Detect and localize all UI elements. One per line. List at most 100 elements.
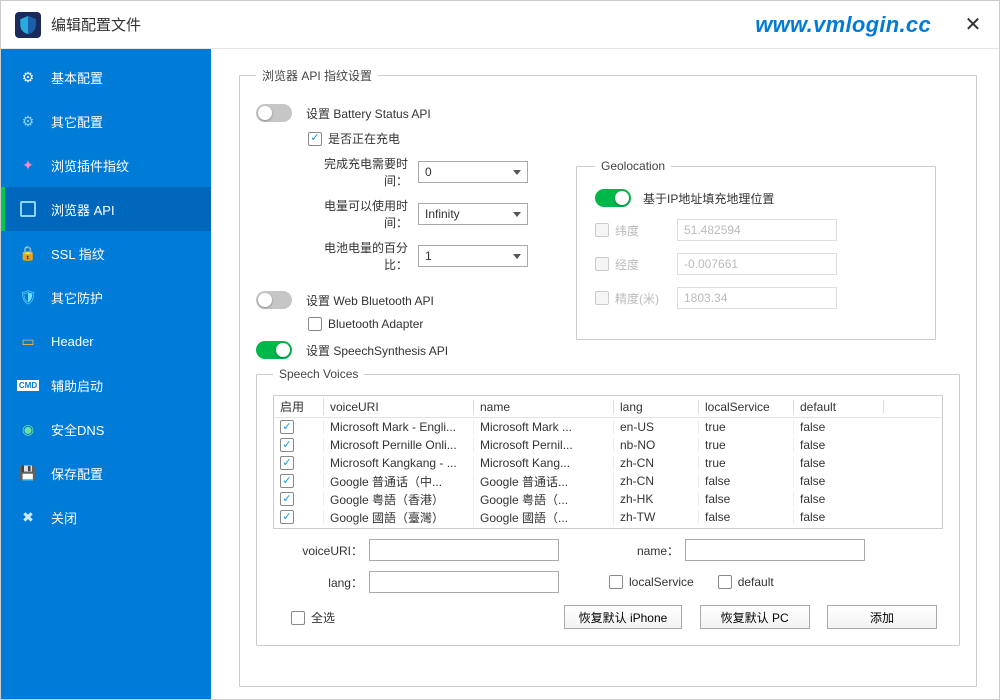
cell-local: true	[699, 438, 794, 452]
sidebar-item-protection[interactable]: 🛡其它防护	[1, 275, 211, 319]
charging-checkbox[interactable]	[308, 132, 322, 146]
cell-name: Microsoft Kang...	[474, 456, 614, 470]
sidebar-item-browser-api[interactable]: 浏览器 API	[1, 187, 211, 231]
lat-checkbox	[595, 223, 609, 237]
sidebar-item-plugin-fingerprint[interactable]: ✦浏览插件指纹	[1, 143, 211, 187]
table-row[interactable]: Google 普通话（中...Google 普通话...zh-CNfalsefa…	[274, 472, 942, 490]
select-value: Infinity	[425, 207, 460, 221]
battery-toggle-label: 设置 Battery Status API	[306, 105, 431, 122]
app-logo	[15, 12, 41, 38]
cell-default: false	[794, 438, 884, 452]
voices-table[interactable]: 启用 voiceURI name lang localService defau…	[273, 395, 943, 529]
battery-level-label: 电池电量的百分比：	[308, 239, 418, 273]
table-row[interactable]: Microsoft Kangkang - ...Microsoft Kang..…	[274, 454, 942, 472]
voice-lang-input[interactable]	[369, 571, 559, 593]
cell-name: Google 粤語（...	[474, 491, 614, 508]
select-all-checkbox[interactable]	[291, 611, 305, 625]
gear-blue-icon: ⚙	[19, 112, 37, 130]
geo-fill-label: 基于IP地址填充地理位置	[643, 190, 774, 207]
voice-name-input[interactable]	[685, 539, 865, 561]
chevron-down-icon	[513, 170, 521, 175]
col-uri: voiceURI	[324, 400, 474, 414]
cell-lang: zh-TW	[614, 510, 699, 524]
cell-name: Microsoft Pernil...	[474, 438, 614, 452]
restore-iphone-button[interactable]: 恢复默认 iPhone	[564, 605, 683, 629]
geo-fill-toggle[interactable]	[595, 189, 631, 207]
gear-icon: ⚙	[19, 68, 37, 86]
speech-toggle-label: 设置 SpeechSynthesis API	[306, 342, 448, 359]
cell-uri: Google 國語（臺灣）	[324, 509, 474, 526]
bluetooth-toggle-label: 设置 Web Bluetooth API	[306, 292, 434, 309]
row-checkbox[interactable]	[280, 438, 294, 452]
cell-uri: Microsoft Mark - Engli...	[324, 420, 474, 434]
sidebar-item-close[interactable]: ✖关闭	[1, 495, 211, 539]
cell-default: false	[794, 456, 884, 470]
cell-uri: Microsoft Pernille Onli...	[324, 438, 474, 452]
fieldset-title: 浏览器 API 指纹设置	[256, 67, 378, 84]
api-fingerprint-fieldset: 浏览器 API 指纹设置 设置 Battery Status API 是否正在充…	[239, 67, 977, 687]
sidebar-item-header[interactable]: ▭Header	[1, 319, 211, 363]
speech-voices-group: Speech Voices 启用 voiceURI name lang loca…	[256, 367, 960, 646]
select-value: 0	[425, 165, 432, 179]
cell-lang: zh-CN	[614, 474, 699, 488]
share-icon: ✦	[19, 156, 37, 174]
row-checkbox[interactable]	[280, 510, 294, 524]
sidebar-item-launch[interactable]: CMD辅助启动	[1, 363, 211, 407]
sidebar-item-dns[interactable]: ◉安全DNS	[1, 407, 211, 451]
col-default: default	[794, 400, 884, 414]
voiceuri-input[interactable]	[369, 539, 559, 561]
table-header: 启用 voiceURI name lang localService defau…	[274, 396, 942, 418]
sidebar-item-label: 关闭	[51, 508, 77, 527]
acc-checkbox	[595, 291, 609, 305]
form-uri-label: voiceURI：	[291, 542, 363, 559]
sidebar-item-label: SSL 指纹	[51, 244, 105, 263]
sidebar-item-other-config[interactable]: ⚙其它配置	[1, 99, 211, 143]
voices-title: Speech Voices	[273, 367, 364, 381]
default-checkbox[interactable]	[718, 575, 732, 589]
select-value: 1	[425, 249, 432, 263]
geo-title: Geolocation	[595, 159, 671, 173]
lng-label: 经度	[615, 256, 677, 273]
table-row[interactable]: Microsoft Mark - Engli...Microsoft Mark …	[274, 418, 942, 436]
row-checkbox[interactable]	[280, 456, 294, 470]
speech-toggle[interactable]	[256, 341, 292, 359]
cell-local: false	[699, 492, 794, 506]
col-name: name	[474, 400, 614, 414]
row-checkbox[interactable]	[280, 420, 294, 434]
battery-level-select[interactable]: 1	[418, 245, 528, 267]
bluetooth-adapter-checkbox[interactable]	[308, 317, 322, 331]
bluetooth-adapter-label: Bluetooth Adapter	[328, 317, 423, 331]
table-row[interactable]: Microsoft Pernille Onli...Microsoft Pern…	[274, 436, 942, 454]
row-checkbox[interactable]	[280, 474, 294, 488]
cell-name: Google 國語（...	[474, 509, 614, 526]
watermark: www.vmlogin.cc	[755, 12, 931, 38]
cell-lang: zh-CN	[614, 456, 699, 470]
close-button[interactable]: ✕	[961, 12, 985, 37]
lng-input	[677, 253, 837, 275]
acc-label: 精度(米)	[615, 290, 677, 307]
cell-lang: zh-HK	[614, 492, 699, 506]
cell-local: false	[699, 474, 794, 488]
chevron-down-icon	[513, 212, 521, 217]
dns-icon: ◉	[19, 420, 37, 438]
cell-default: false	[794, 420, 884, 434]
sidebar-item-save[interactable]: 💾保存配置	[1, 451, 211, 495]
restore-pc-button[interactable]: 恢复默认 PC	[700, 605, 810, 629]
charge-time-select[interactable]: 0	[418, 161, 528, 183]
table-row[interactable]: Google 粤語（香港）Google 粤語（...zh-HKfalsefals…	[274, 490, 942, 508]
bluetooth-toggle[interactable]	[256, 291, 292, 309]
save-icon: 💾	[19, 464, 37, 482]
cell-default: false	[794, 510, 884, 524]
discharge-time-select[interactable]: Infinity	[418, 203, 528, 225]
battery-toggle[interactable]	[256, 104, 292, 122]
select-all-label: 全选	[311, 611, 335, 625]
sidebar-item-basic[interactable]: ⚙基本配置	[1, 55, 211, 99]
localservice-checkbox[interactable]	[609, 575, 623, 589]
add-button[interactable]: 添加	[827, 605, 937, 629]
form-lang-label: lang：	[291, 574, 363, 591]
row-checkbox[interactable]	[280, 492, 294, 506]
table-row[interactable]: Google 國語（臺灣）Google 國語（...zh-TWfalsefals…	[274, 508, 942, 526]
titlebar: 编辑配置文件 www.vmlogin.cc ✕	[1, 1, 999, 49]
shield-icon: 🛡	[19, 288, 37, 306]
sidebar-item-ssl[interactable]: 🔒SSL 指纹	[1, 231, 211, 275]
